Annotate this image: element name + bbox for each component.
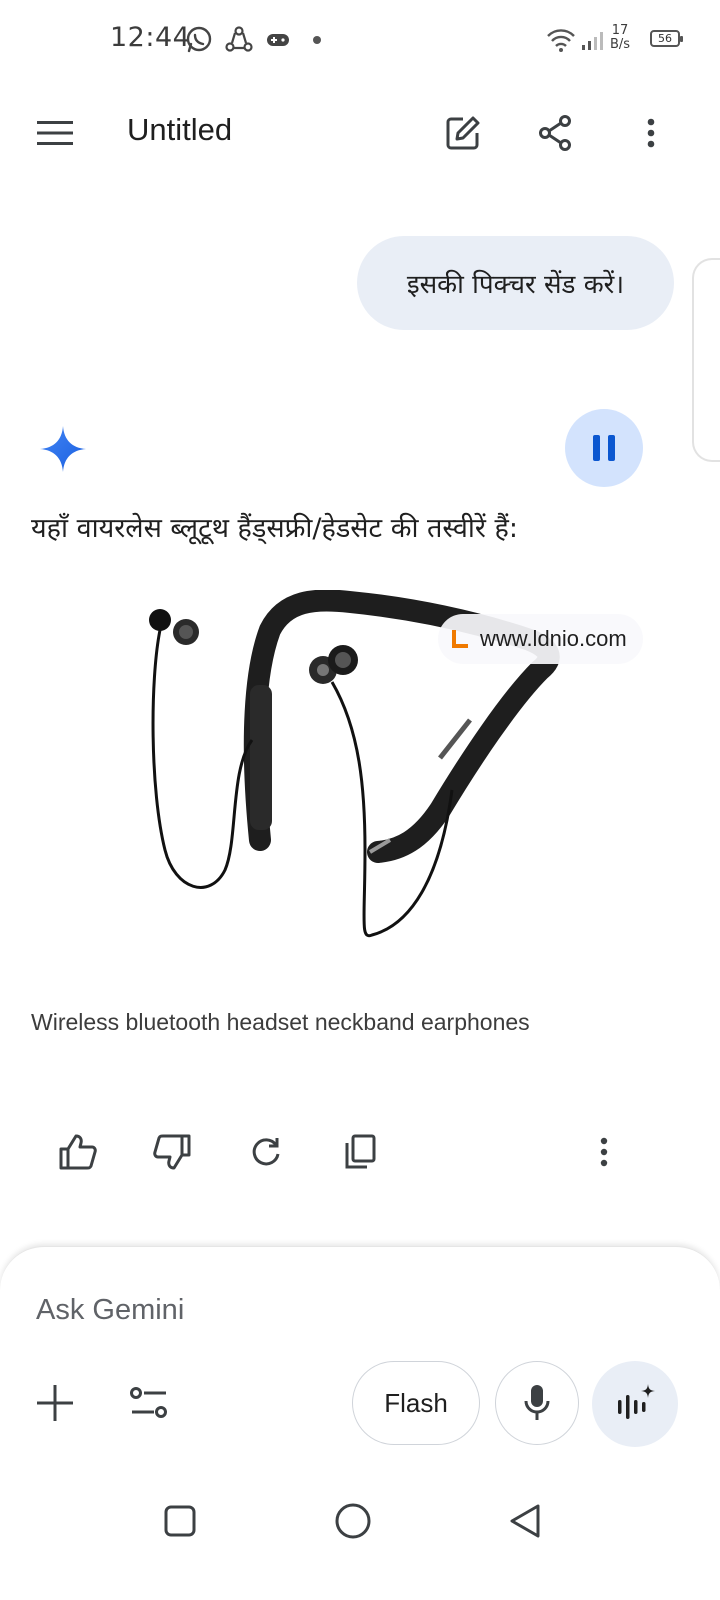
response-more-button[interactable] [574, 1122, 634, 1182]
copy-button[interactable] [330, 1122, 390, 1182]
thumb-up-icon [59, 1134, 97, 1170]
share-icon [539, 115, 571, 151]
good-response-button[interactable] [48, 1122, 108, 1182]
pause-button[interactable] [565, 409, 643, 487]
whatsapp-icon [184, 25, 214, 55]
battery-level: 56 [658, 32, 672, 45]
image-source-text: www.ldnio.com [480, 626, 627, 651]
network-speed: 17 B/s [610, 24, 630, 52]
regenerate-button[interactable] [236, 1122, 296, 1182]
image-source-chip[interactable]: www.ldnio.com [438, 614, 643, 664]
copy-icon [345, 1134, 376, 1169]
page-title: Untitled [127, 112, 233, 147]
more-vert-icon [647, 118, 655, 148]
back-triangle-icon [510, 1504, 540, 1538]
network-speed-value: 17 [611, 23, 629, 38]
user-message-bubble: इसकी पिक्चर सेंड करें। [357, 236, 674, 330]
ask-gemini-input[interactable] [36, 1288, 636, 1332]
sync-app-icon [224, 25, 254, 55]
bad-response-button[interactable] [142, 1122, 202, 1182]
battery-indicator: 56 [650, 30, 683, 47]
response-text: यहाँ वायरलेस ब्लूटूथ हैंड्सफ्री/हेडसेट क… [31, 513, 518, 544]
status-time: 12:44 [110, 22, 191, 53]
ldnio-logo-icon [452, 630, 468, 648]
add-icon [37, 1385, 73, 1421]
image-caption: Wireless bluetooth headset neckband earp… [31, 1009, 530, 1035]
gemini-live-button[interactable] [592, 1361, 678, 1447]
microphone-button[interactable] [495, 1361, 579, 1445]
side-panel-handle[interactable] [692, 258, 720, 462]
home-button[interactable] [318, 1486, 388, 1556]
menu-button[interactable] [20, 98, 90, 168]
more-options-button[interactable] [616, 98, 686, 168]
circle-icon [335, 1503, 371, 1539]
menu-icon [37, 121, 73, 145]
edit-icon [446, 116, 480, 150]
back-button[interactable] [490, 1486, 560, 1556]
model-label: Flash [384, 1387, 448, 1418]
notification-dot-icon [313, 36, 321, 44]
user-message-text: इसकी पिक्चर सेंड करें। [406, 270, 625, 300]
thumb-down-icon [153, 1134, 191, 1170]
gemini-app-screen: 12:44 17 B/s 56 Untitled इसकी पिक्चर सें… [0, 0, 720, 1600]
refresh-icon [252, 1138, 280, 1166]
mic-icon [524, 1385, 550, 1420]
add-attachment-button[interactable] [20, 1368, 90, 1438]
share-button[interactable] [520, 98, 590, 168]
game-controller-icon [264, 27, 292, 53]
gemini-sparkle-icon [38, 424, 88, 474]
model-selector-button[interactable]: Flash [352, 1361, 480, 1445]
wifi-icon [545, 26, 577, 54]
live-icon [618, 1384, 655, 1419]
recent-apps-button[interactable] [145, 1486, 215, 1556]
more-vert-icon [600, 1137, 608, 1167]
tune-icon [130, 1387, 167, 1418]
new-chat-button[interactable] [428, 98, 498, 168]
network-speed-unit: B/s [610, 37, 631, 52]
signal-icon [580, 28, 608, 52]
square-icon [164, 1505, 196, 1537]
pause-icon [589, 435, 619, 461]
tools-button[interactable] [114, 1368, 184, 1438]
